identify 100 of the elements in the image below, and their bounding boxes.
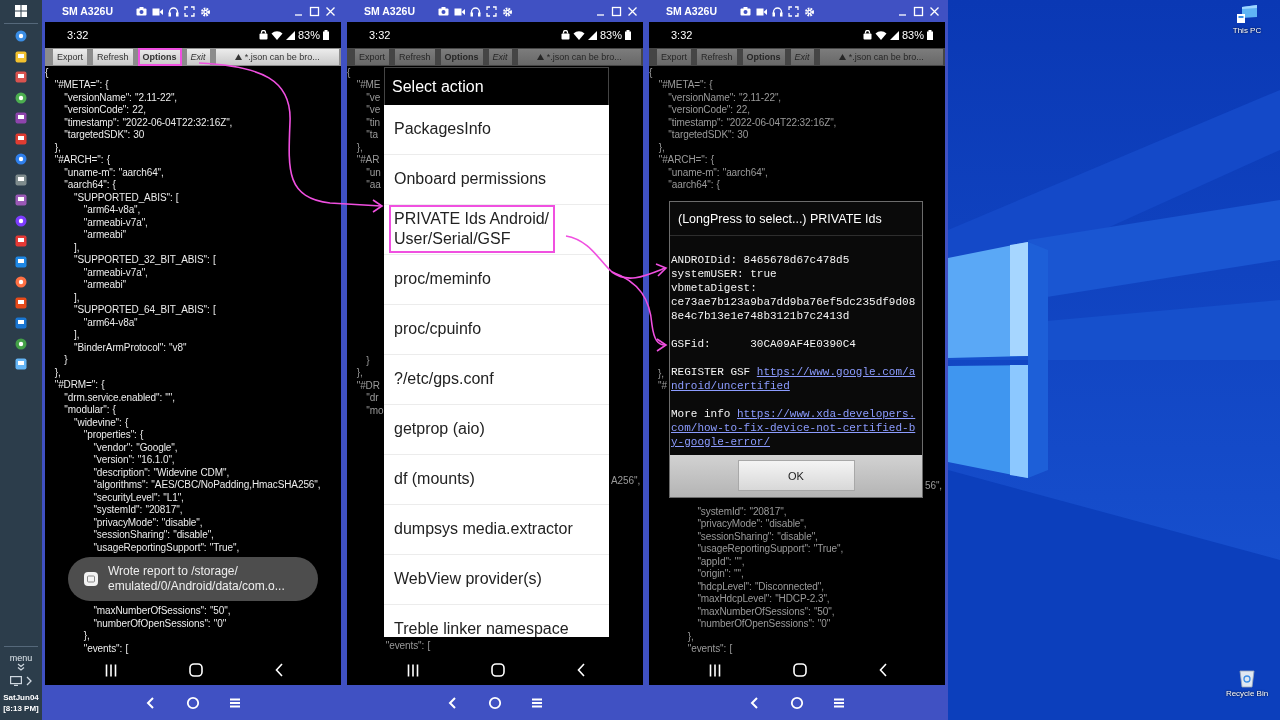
maximize-icon[interactable] bbox=[913, 5, 924, 17]
app-icon[interactable] bbox=[15, 214, 27, 227]
desktop-shortcut[interactable]: Recycle Bin bbox=[1225, 668, 1269, 698]
headphones-icon[interactable] bbox=[771, 5, 783, 17]
menu-item[interactable]: proc/meminfo bbox=[389, 265, 497, 293]
warning-icon bbox=[838, 54, 846, 60]
menu-item[interactable]: dumpsys media.extractor bbox=[389, 515, 579, 543]
code-line: "SUPPORTED_ABIS": [ bbox=[73, 191, 180, 204]
close-icon[interactable] bbox=[929, 5, 940, 17]
back-icon[interactable] bbox=[577, 663, 585, 677]
close-icon[interactable] bbox=[627, 5, 638, 17]
recent-apps-icon[interactable] bbox=[709, 663, 721, 677]
app-icon[interactable] bbox=[15, 173, 27, 186]
toolbar-button[interactable]: Options bbox=[138, 49, 181, 65]
app-icon[interactable] bbox=[15, 296, 27, 309]
home-icon[interactable] bbox=[790, 695, 804, 710]
menu-item[interactable]: ?/etc/gps.conf bbox=[389, 365, 500, 393]
monitor-icon[interactable] bbox=[10, 676, 22, 686]
camera-icon[interactable] bbox=[135, 5, 147, 17]
app-icon[interactable] bbox=[15, 317, 27, 329]
home-icon[interactable] bbox=[186, 695, 200, 710]
code-fragment: "aa bbox=[365, 179, 382, 192]
code-line: "targetedSDK": 30 bbox=[667, 129, 750, 142]
status-time: 3:32 bbox=[67, 29, 89, 41]
desktop-shortcut[interactable]: This PC bbox=[1232, 5, 1262, 35]
fullscreen-icon[interactable] bbox=[787, 5, 799, 17]
headphones-icon[interactable] bbox=[167, 5, 179, 17]
fullscreen-icon[interactable] bbox=[183, 5, 195, 17]
code-line: }, bbox=[53, 366, 62, 379]
menu-item[interactable]: proc/cpuinfo bbox=[389, 315, 488, 343]
app-icon[interactable] bbox=[15, 337, 27, 350]
camera-icon[interactable] bbox=[437, 5, 449, 17]
maximize-icon[interactable] bbox=[309, 5, 320, 17]
code-fragment: "#DR bbox=[355, 379, 381, 392]
code-line: "usageReportingSupport": "True", bbox=[696, 543, 845, 556]
menu-item[interactable]: PackagesInfo bbox=[389, 115, 497, 143]
headphones-icon[interactable] bbox=[469, 5, 481, 17]
code-fragment: 56", bbox=[925, 479, 944, 492]
back-icon[interactable] bbox=[879, 663, 887, 677]
home-icon[interactable] bbox=[189, 663, 203, 677]
settings-icon[interactable] bbox=[501, 5, 513, 17]
menu-title: Select action bbox=[384, 66, 609, 105]
camera-icon[interactable] bbox=[739, 5, 751, 17]
back-icon[interactable] bbox=[275, 663, 283, 677]
settings-icon[interactable] bbox=[803, 5, 815, 17]
app-icon[interactable] bbox=[15, 276, 27, 288]
menu-item[interactable]: Treble linker namespace bbox=[389, 615, 575, 637]
recent-apps-icon[interactable] bbox=[105, 663, 117, 677]
warning-icon bbox=[536, 54, 544, 60]
app-icon[interactable] bbox=[15, 30, 27, 42]
code-line: ], bbox=[73, 291, 81, 304]
chevron-right-icon[interactable] bbox=[26, 676, 32, 686]
app-icon[interactable] bbox=[15, 194, 27, 206]
app-icon[interactable] bbox=[15, 255, 27, 268]
toolbar-button[interactable]: Exit bbox=[186, 49, 210, 65]
menu-item[interactable]: getprop (aio) bbox=[389, 415, 491, 443]
home-icon[interactable] bbox=[491, 663, 505, 677]
link-text[interactable]: More info https://www.xda-developers.com/how-to-fix-device-not-certified-by-google-error/ bbox=[671, 406, 916, 449]
code-line: "versionName": "2.11-22", bbox=[667, 91, 783, 104]
toolbar-button[interactable]: Export bbox=[53, 49, 87, 65]
code-line: "systemId": "20817", bbox=[696, 505, 788, 518]
close-icon[interactable] bbox=[325, 5, 336, 17]
app-icon[interactable] bbox=[15, 112, 27, 124]
code-fragment: "dr bbox=[365, 392, 380, 405]
menu-item[interactable]: Onboard permissions bbox=[389, 165, 553, 193]
toolbar-button[interactable]: *.json can be bro... bbox=[215, 49, 339, 65]
code-line: "description": "Widevine CDM", bbox=[92, 466, 231, 479]
settings-icon[interactable] bbox=[199, 5, 211, 17]
home-icon[interactable] bbox=[488, 695, 502, 710]
double-chevron-icon[interactable] bbox=[17, 663, 25, 671]
maximize-icon[interactable] bbox=[611, 5, 622, 17]
dialog-text: ce73ae7b123a9ba7dd9ba76ef5dc235df9d088e4c7b13e1e748b3121b7c2413d bbox=[671, 294, 916, 323]
menu-item[interactable]: df (mounts) bbox=[389, 465, 481, 493]
code-fragment: }, bbox=[355, 141, 364, 154]
recent-apps-icon[interactable] bbox=[407, 663, 419, 677]
code-line: "armeabi" bbox=[82, 229, 128, 242]
windows-logo-icon[interactable] bbox=[15, 5, 27, 17]
fullscreen-icon[interactable] bbox=[485, 5, 497, 17]
app-icon[interactable] bbox=[15, 132, 27, 145]
app-icon[interactable] bbox=[15, 50, 27, 63]
app-icon[interactable] bbox=[15, 235, 27, 247]
ok-button[interactable]: OK bbox=[737, 460, 855, 491]
app-icon[interactable] bbox=[15, 358, 27, 370]
toolbar-button[interactable]: Refresh bbox=[93, 49, 133, 65]
code-line: "version": "16.1.0", bbox=[92, 454, 176, 467]
dialog-text: ANDROIDid: 8465678d67c478d5 bbox=[671, 252, 851, 267]
code-line: "numberOfOpenSessions": "0" bbox=[92, 617, 228, 630]
code-line: }, bbox=[686, 630, 695, 643]
menu-button[interactable]: menu bbox=[9, 653, 33, 663]
app-icon[interactable] bbox=[15, 153, 27, 165]
menu-item[interactable]: WebView provider(s) bbox=[389, 565, 548, 593]
battery-percent: 83% bbox=[297, 29, 320, 41]
app-icon[interactable] bbox=[15, 71, 27, 83]
menu-item[interactable]: PRIVATE Ids Android/ User/Serial/GSF bbox=[389, 205, 556, 253]
wifi-icon bbox=[270, 30, 283, 40]
home-icon[interactable] bbox=[793, 663, 807, 677]
link-text[interactable]: REGISTER GSF https://www.google.com/android/uncertified bbox=[671, 364, 916, 393]
app-icon[interactable] bbox=[15, 91, 27, 104]
code-line: "securityLevel": "L1", bbox=[92, 491, 185, 504]
code-line: "widevine": { bbox=[73, 416, 130, 429]
